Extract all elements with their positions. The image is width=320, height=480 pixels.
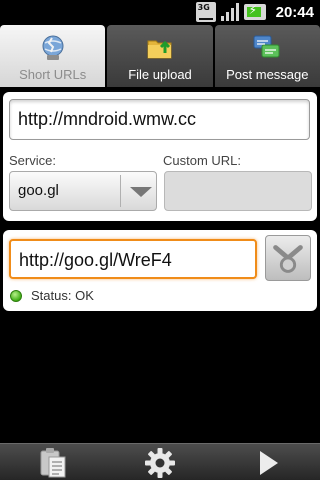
tab-post-message[interactable]: Post message [214, 25, 320, 87]
shorten-form-panel: http://mndroid.wmw.cc Service: Custom UR… [3, 92, 317, 221]
tab-label: File upload [128, 67, 192, 82]
status-icons: 3G ⚡ 20:44 [195, 2, 314, 22]
folder-upload-icon [147, 40, 172, 59]
tab-label: Post message [226, 67, 309, 82]
custom-url-label: Custom URL: [163, 153, 242, 168]
tab-label: Short URLs [19, 67, 87, 82]
tab-file-upload[interactable]: File upload [107, 25, 213, 87]
status-bar: 3G ⚡ 20:44 [0, 0, 320, 25]
clock: 20:44 [275, 3, 314, 21]
tab-bar: Short URLs File upload Post message [0, 25, 320, 87]
battery-charging-icon: ⚡ [243, 3, 266, 20]
service-selected-value: goo.gl [18, 182, 59, 199]
network-3g-icon: 3G [195, 2, 216, 22]
clipboard-icon [40, 448, 66, 478]
short-url-field[interactable]: http://goo.gl/WreF4 [9, 239, 257, 279]
tab-short-urls[interactable]: Short URLs [0, 25, 106, 87]
share-icon [273, 245, 303, 273]
bottom-toolbar [0, 443, 320, 480]
chat-messages-icon [253, 35, 280, 58]
settings-button[interactable] [143, 446, 177, 480]
service-dropdown[interactable]: goo.gl [9, 171, 157, 211]
service-label: Service: [9, 153, 56, 168]
status-text: Status: OK [31, 288, 94, 303]
share-button[interactable] [265, 235, 311, 281]
send-button[interactable] [251, 446, 285, 480]
custom-url-field[interactable] [164, 171, 312, 211]
signal-strength-icon [220, 2, 240, 22]
long-url-input[interactable]: http://mndroid.wmw.cc [9, 99, 310, 140]
chevron-down-icon [130, 187, 152, 197]
status-ok-icon [10, 290, 22, 302]
network-label: 3G [197, 3, 210, 12]
paste-button[interactable] [36, 446, 70, 480]
globe-pin-icon [42, 35, 64, 60]
play-icon [260, 451, 278, 475]
result-panel: http://goo.gl/WreF4 Status: OK [3, 230, 317, 311]
gear-icon [145, 448, 175, 478]
